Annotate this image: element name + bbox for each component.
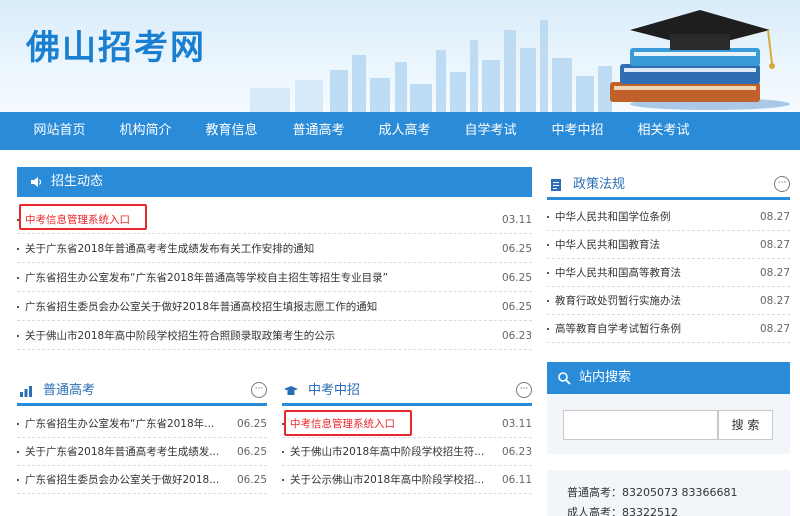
document-icon: [551, 179, 561, 191]
list-item-date: 06.25: [501, 272, 532, 284]
list-item[interactable]: 关于公示佛山市2018年高中阶段学校招... 06.11: [282, 466, 532, 494]
list-item-date: 08.27: [759, 323, 790, 335]
zhengce-title: 政策法规: [573, 177, 626, 192]
bullet: [17, 423, 19, 425]
nav-about[interactable]: 机构简介: [108, 112, 183, 150]
zhaosheng-header: 招生动态: [17, 167, 532, 197]
nav-zhongkao[interactable]: 中考中招: [540, 112, 615, 150]
list-item-date: 08.27: [759, 211, 790, 223]
list-item-title[interactable]: 广东省招生办公室发布“广东省2018年...: [25, 410, 230, 438]
nav-related-exams[interactable]: 相关考试: [626, 112, 701, 150]
speaker-icon: [31, 177, 42, 187]
list-item-date: 06.25: [236, 474, 267, 486]
nav-gaokao[interactable]: 普通高考: [281, 112, 356, 150]
graduation-cap-books-icon: [610, 10, 790, 110]
list-item[interactable]: 教育行政处罚暂行实施办法 08.27: [547, 287, 790, 315]
nav-home[interactable]: 网站首页: [22, 112, 97, 150]
list-item-title[interactable]: 中华人民共和国学位条例: [555, 203, 745, 231]
bullet: [17, 248, 19, 250]
nav-adult-exam[interactable]: 成人高考: [367, 112, 442, 150]
list-item-title[interactable]: 关于公示佛山市2018年高中阶段学校招...: [290, 466, 495, 494]
list-item-title[interactable]: 广东省招生委员会办公室关于做好2018年普通高校招生填报志愿工作的通知: [25, 293, 485, 321]
bullet: [17, 277, 19, 279]
list-item-date: 08.27: [759, 239, 790, 251]
more-icon[interactable]: ···: [251, 382, 267, 398]
list-item-date: 08.27: [759, 295, 790, 307]
list-item[interactable]: 关于广东省2018年普通高考考生成绩发... 06.25: [17, 438, 267, 466]
bullet: [547, 272, 549, 274]
list-item-date: 03.11: [501, 214, 532, 226]
bullet: [17, 479, 19, 481]
bullet: [282, 479, 284, 481]
list-item[interactable]: 关于佛山市2018年高中阶段学校招生符... 06.23: [282, 438, 532, 466]
list-item-title[interactable]: 高等教育自学考试暂行条例: [555, 315, 745, 343]
contact-gaokao: 普通高考：83205073 83366681: [567, 486, 738, 499]
list-item[interactable]: 关于广东省2018年普通高考考生成绩发布有关工作安排的通知 06.25: [17, 235, 532, 263]
more-icon[interactable]: ···: [774, 176, 790, 192]
list-item[interactable]: 高等教育自学考试暂行条例 08.27: [547, 315, 790, 343]
search-button[interactable]: 搜 索: [718, 410, 773, 440]
contact-adult: 成人高考：83322512: [567, 506, 678, 516]
list-item[interactable]: 关于佛山市2018年高中阶段学校招生符合照顾录取政策考生的公示 06.23: [17, 322, 532, 350]
highlight-box: [19, 204, 147, 230]
site-header: 佛山招考网: [0, 0, 800, 112]
bullet: [547, 328, 549, 330]
list-item[interactable]: 中华人民共和国学位条例 08.27: [547, 203, 790, 231]
list-item-date: 06.25: [501, 301, 532, 313]
list-item-date: 06.23: [501, 330, 532, 342]
search-header: 站内搜索: [547, 362, 790, 394]
list-item-date: 03.11: [501, 418, 532, 430]
zhongkao-header: 中考中招 ···: [282, 376, 532, 406]
nav-education-info[interactable]: 教育信息: [194, 112, 269, 150]
zhaosheng-title: 招生动态: [51, 174, 104, 189]
site-title[interactable]: 佛山招考网: [26, 20, 206, 69]
list-item[interactable]: 广东省招生办公室发布“广东省2018年普通高等学校自主招生等招生专业目录” 06…: [17, 264, 532, 292]
putong-title: 普通高考: [43, 383, 96, 398]
list-item[interactable]: 中华人民共和国教育法 08.27: [547, 231, 790, 259]
nav-self-study-exam[interactable]: 自学考试: [453, 112, 528, 150]
main-nav: 网站首页 机构简介 教育信息 普通高考 成人高考 自学考试 中考中招 相关考试: [0, 112, 800, 150]
more-icon[interactable]: ···: [516, 382, 532, 398]
bullet: [17, 451, 19, 453]
list-item-title[interactable]: 教育行政处罚暂行实施办法: [555, 287, 745, 315]
list-item[interactable]: 广东省招生办公室发布“广东省2018年... 06.25: [17, 410, 267, 438]
list-item[interactable]: 广东省招生委员会办公室关于做好2018... 06.25: [17, 466, 267, 494]
bullet: [547, 216, 549, 218]
contact-panel: 普通高考：83205073 83366681 成人高考：83322512: [547, 470, 790, 516]
search-input[interactable]: [563, 410, 718, 440]
search-title: 站内搜索: [579, 370, 632, 385]
list-item-date: 08.27: [759, 267, 790, 279]
list-item-date: 06.25: [236, 446, 267, 458]
highlight-box: [284, 410, 412, 436]
list-item[interactable]: 广东省招生委员会办公室关于做好2018年普通高校招生填报志愿工作的通知 06.2…: [17, 293, 532, 321]
list-item-title[interactable]: 关于广东省2018年普通高考考生成绩发布有关工作安排的通知: [25, 235, 475, 263]
list-item-title[interactable]: 中华人民共和国高等教育法: [555, 259, 745, 287]
list-item-title[interactable]: 关于广东省2018年普通高考考生成绩发...: [25, 438, 230, 466]
list-item-title[interactable]: 关于佛山市2018年高中阶段学校招生符...: [290, 438, 495, 466]
zhengce-header: 政策法规 ···: [547, 170, 790, 200]
list-item-title[interactable]: 关于佛山市2018年高中阶段学校招生符合照顾录取政策考生的公示: [25, 322, 485, 350]
list-item-title[interactable]: 广东省招生办公室发布“广东省2018年普通高等学校自主招生等招生专业目录”: [25, 264, 485, 292]
bullet: [547, 244, 549, 246]
bullet: [282, 451, 284, 453]
bullet: [17, 335, 19, 337]
list-item-date: 06.23: [501, 446, 532, 458]
search-icon: [558, 372, 571, 385]
zhongkao-title: 中考中招: [308, 383, 361, 398]
list-item-date: 06.25: [236, 418, 267, 430]
bullet: [17, 306, 19, 308]
putong-header: 普通高考 ···: [17, 376, 267, 406]
list-item-title[interactable]: 中华人民共和国教育法: [555, 231, 745, 259]
chart-icon: [20, 386, 32, 397]
list-item-title[interactable]: 广东省招生委员会办公室关于做好2018...: [25, 466, 230, 494]
bullet: [547, 300, 549, 302]
graduation-cap-icon: [284, 386, 298, 395]
list-item[interactable]: 中华人民共和国高等教育法 08.27: [547, 259, 790, 287]
list-item-date: 06.25: [501, 243, 532, 255]
list-item-date: 06.11: [501, 474, 532, 486]
